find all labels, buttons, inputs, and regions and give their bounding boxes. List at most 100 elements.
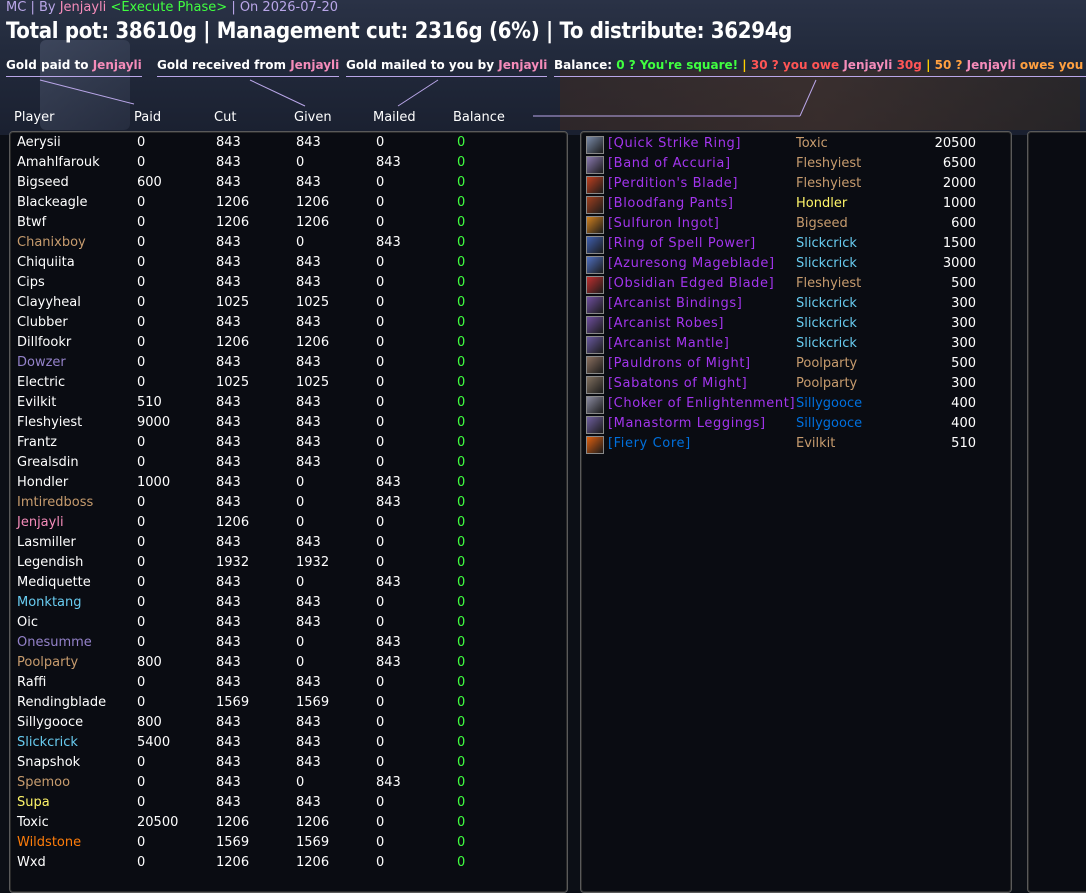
loot-row[interactable]: [Obsidian Edged Blade] Fleshyiest 500 — [586, 275, 1006, 295]
loot-row[interactable]: [Pauldrons of Might] Poolparty 500 — [586, 355, 1006, 375]
item-link[interactable]: [Band of Accuria] — [608, 156, 731, 171]
item-link[interactable]: [Arcanist Robes] — [608, 316, 724, 331]
item-link[interactable]: [Manastorm Leggings] — [608, 416, 766, 431]
player-row[interactable]: Supa 0 843 843 0 0 — [10, 795, 565, 815]
player-mailed: 0 — [376, 735, 385, 750]
player-row[interactable]: Evilkit 510 843 843 0 0 — [10, 395, 565, 415]
player-row[interactable]: Frantz 0 843 843 0 0 — [10, 435, 565, 455]
player-row[interactable]: Bigseed 600 843 843 0 0 — [10, 175, 565, 195]
player-cut: 843 — [216, 155, 241, 170]
player-row[interactable]: Wildstone 0 1569 1569 0 0 — [10, 835, 565, 855]
player-row[interactable]: Poolparty 800 843 0 843 0 — [10, 655, 565, 675]
player-row[interactable]: Monktang 0 843 843 0 0 — [10, 595, 565, 615]
column-header-mailed[interactable]: Mailed — [373, 110, 416, 125]
loot-row[interactable]: [Choker of Enlightenment] Sillygooce 400 — [586, 395, 1006, 415]
player-row[interactable]: Dowzer 0 843 843 0 0 — [10, 355, 565, 375]
player-given: 0 — [296, 515, 305, 530]
item-link[interactable]: [Arcanist Mantle] — [608, 336, 729, 351]
item-link[interactable]: [Quick Strike Ring] — [608, 136, 741, 151]
item-link[interactable]: [Fiery Core] — [608, 436, 691, 451]
player-row[interactable]: Fleshyiest 9000 843 843 0 0 — [10, 415, 565, 435]
player-mailed: 0 — [376, 255, 385, 270]
loot-row[interactable]: [Sabatons of Might] Poolparty 300 — [586, 375, 1006, 395]
item-winner: Toxic — [796, 136, 828, 151]
player-row[interactable]: Spemoo 0 843 0 843 0 — [10, 775, 565, 795]
loot-row[interactable]: [Arcanist Robes] Slickcrick 300 — [586, 315, 1006, 335]
player-balance: 0 — [457, 235, 466, 250]
item-link[interactable]: [Sabatons of Might] — [608, 376, 747, 391]
player-row[interactable]: Blackeagle 0 1206 1206 0 0 — [10, 195, 565, 215]
player-row[interactable]: Snapshok 0 843 843 0 0 — [10, 755, 565, 775]
player-cut: 843 — [216, 595, 241, 610]
column-header-given[interactable]: Given — [294, 110, 332, 125]
player-paid: 1000 — [137, 475, 171, 490]
player-row[interactable]: Raffi 0 843 843 0 0 — [10, 675, 565, 695]
item-link[interactable]: [Obsidian Edged Blade] — [608, 276, 774, 291]
column-header-player[interactable]: Player — [14, 110, 54, 125]
player-row[interactable]: Clubber 0 843 843 0 0 — [10, 315, 565, 335]
player-cut: 1206 — [216, 335, 250, 350]
column-header-cut[interactable]: Cut — [214, 110, 236, 125]
loot-row[interactable]: [Sulfuron Ingot] Bigseed 600 — [586, 215, 1006, 235]
item-link[interactable]: [Ring of Spell Power] — [608, 236, 756, 251]
player-name: Frantz — [17, 435, 58, 450]
player-row[interactable]: Dillfookr 0 1206 1206 0 0 — [10, 335, 565, 355]
loot-row[interactable]: [Arcanist Bindings] Slickcrick 300 — [586, 295, 1006, 315]
item-link[interactable]: [Sulfuron Ingot] — [608, 216, 719, 231]
player-row[interactable]: Btwf 0 1206 1206 0 0 — [10, 215, 565, 235]
player-cut: 843 — [216, 795, 241, 810]
player-row[interactable]: Imtiredboss 0 843 0 843 0 — [10, 495, 565, 515]
player-row[interactable]: Hondler 1000 843 0 843 0 — [10, 475, 565, 495]
player-row[interactable]: Clayyheal 0 1025 1025 0 0 — [10, 295, 565, 315]
column-header-balance[interactable]: Balance — [453, 110, 505, 125]
player-mailed: 0 — [376, 855, 385, 870]
player-row[interactable]: Wxd 0 1206 1206 0 0 — [10, 855, 565, 875]
player-row[interactable]: Oic 0 843 843 0 0 — [10, 615, 565, 635]
player-row[interactable]: Grealsdin 0 843 843 0 0 — [10, 455, 565, 475]
player-row[interactable]: Mediquette 0 843 0 843 0 — [10, 575, 565, 595]
item-link[interactable]: [Perdition's Blade] — [608, 176, 738, 191]
player-given: 843 — [296, 315, 321, 330]
player-row[interactable]: Amahlfarouk 0 843 0 843 0 — [10, 155, 565, 175]
item-link[interactable]: [Pauldrons of Might] — [608, 356, 751, 371]
player-row[interactable]: Jenjayli 0 1206 0 0 0 — [10, 515, 565, 535]
item-link[interactable]: [Bloodfang Pants] — [608, 196, 734, 211]
player-row[interactable]: Sillygooce 800 843 843 0 0 — [10, 715, 565, 735]
player-row[interactable]: Slickcrick 5400 843 843 0 0 — [10, 735, 565, 755]
column-header-paid[interactable]: Paid — [134, 110, 161, 125]
loot-row[interactable]: [Perdition's Blade] Fleshyiest 2000 — [586, 175, 1006, 195]
loot-row[interactable]: [Ring of Spell Power] Slickcrick 1500 — [586, 235, 1006, 255]
player-row[interactable]: Lasmiller 0 843 843 0 0 — [10, 535, 565, 555]
loot-row[interactable]: [Arcanist Mantle] Slickcrick 300 — [586, 335, 1006, 355]
loot-row[interactable]: [Fiery Core] Evilkit 510 — [586, 435, 1006, 455]
player-given: 0 — [296, 475, 305, 490]
loot-row[interactable]: [Quick Strike Ring] Toxic 20500 — [586, 135, 1006, 155]
player-cut: 843 — [216, 435, 241, 450]
player-paid: 0 — [137, 635, 146, 650]
player-given: 843 — [296, 535, 321, 550]
player-row[interactable]: Electric 0 1025 1025 0 0 — [10, 375, 565, 395]
player-paid: 0 — [137, 775, 146, 790]
player-row[interactable]: Aerysii 0 843 843 0 0 — [10, 135, 565, 155]
player-cut: 843 — [216, 755, 241, 770]
item-link[interactable]: [Arcanist Bindings] — [608, 296, 742, 311]
player-name: Slickcrick — [17, 735, 78, 750]
loot-row[interactable]: [Bloodfang Pants] Hondler 1000 — [586, 195, 1006, 215]
item-winner: Sillygooce — [796, 396, 863, 411]
loot-row[interactable]: [Band of Accuria] Fleshyiest 6500 — [586, 155, 1006, 175]
player-row[interactable]: Onesumme 0 843 0 843 0 — [10, 635, 565, 655]
loot-row[interactable]: [Azuresong Mageblade] Slickcrick 3000 — [586, 255, 1006, 275]
player-name: Dillfookr — [17, 335, 72, 350]
player-row[interactable]: Cips 0 843 843 0 0 — [10, 275, 565, 295]
sword-icon — [586, 256, 604, 274]
item-link[interactable]: [Choker of Enlightenment] — [608, 396, 795, 411]
player-row[interactable]: Toxic 20500 1206 1206 0 0 — [10, 815, 565, 835]
player-paid: 0 — [137, 235, 146, 250]
item-winner: Bigseed — [796, 216, 848, 231]
loot-row[interactable]: [Manastorm Leggings] Sillygooce 400 — [586, 415, 1006, 435]
item-link[interactable]: [Azuresong Mageblade] — [608, 256, 775, 271]
player-row[interactable]: Chanixboy 0 843 0 843 0 — [10, 235, 565, 255]
player-row[interactable]: Legendish 0 1932 1932 0 0 — [10, 555, 565, 575]
player-row[interactable]: Rendingblade 0 1569 1569 0 0 — [10, 695, 565, 715]
player-row[interactable]: Chiquiita 0 843 843 0 0 — [10, 255, 565, 275]
